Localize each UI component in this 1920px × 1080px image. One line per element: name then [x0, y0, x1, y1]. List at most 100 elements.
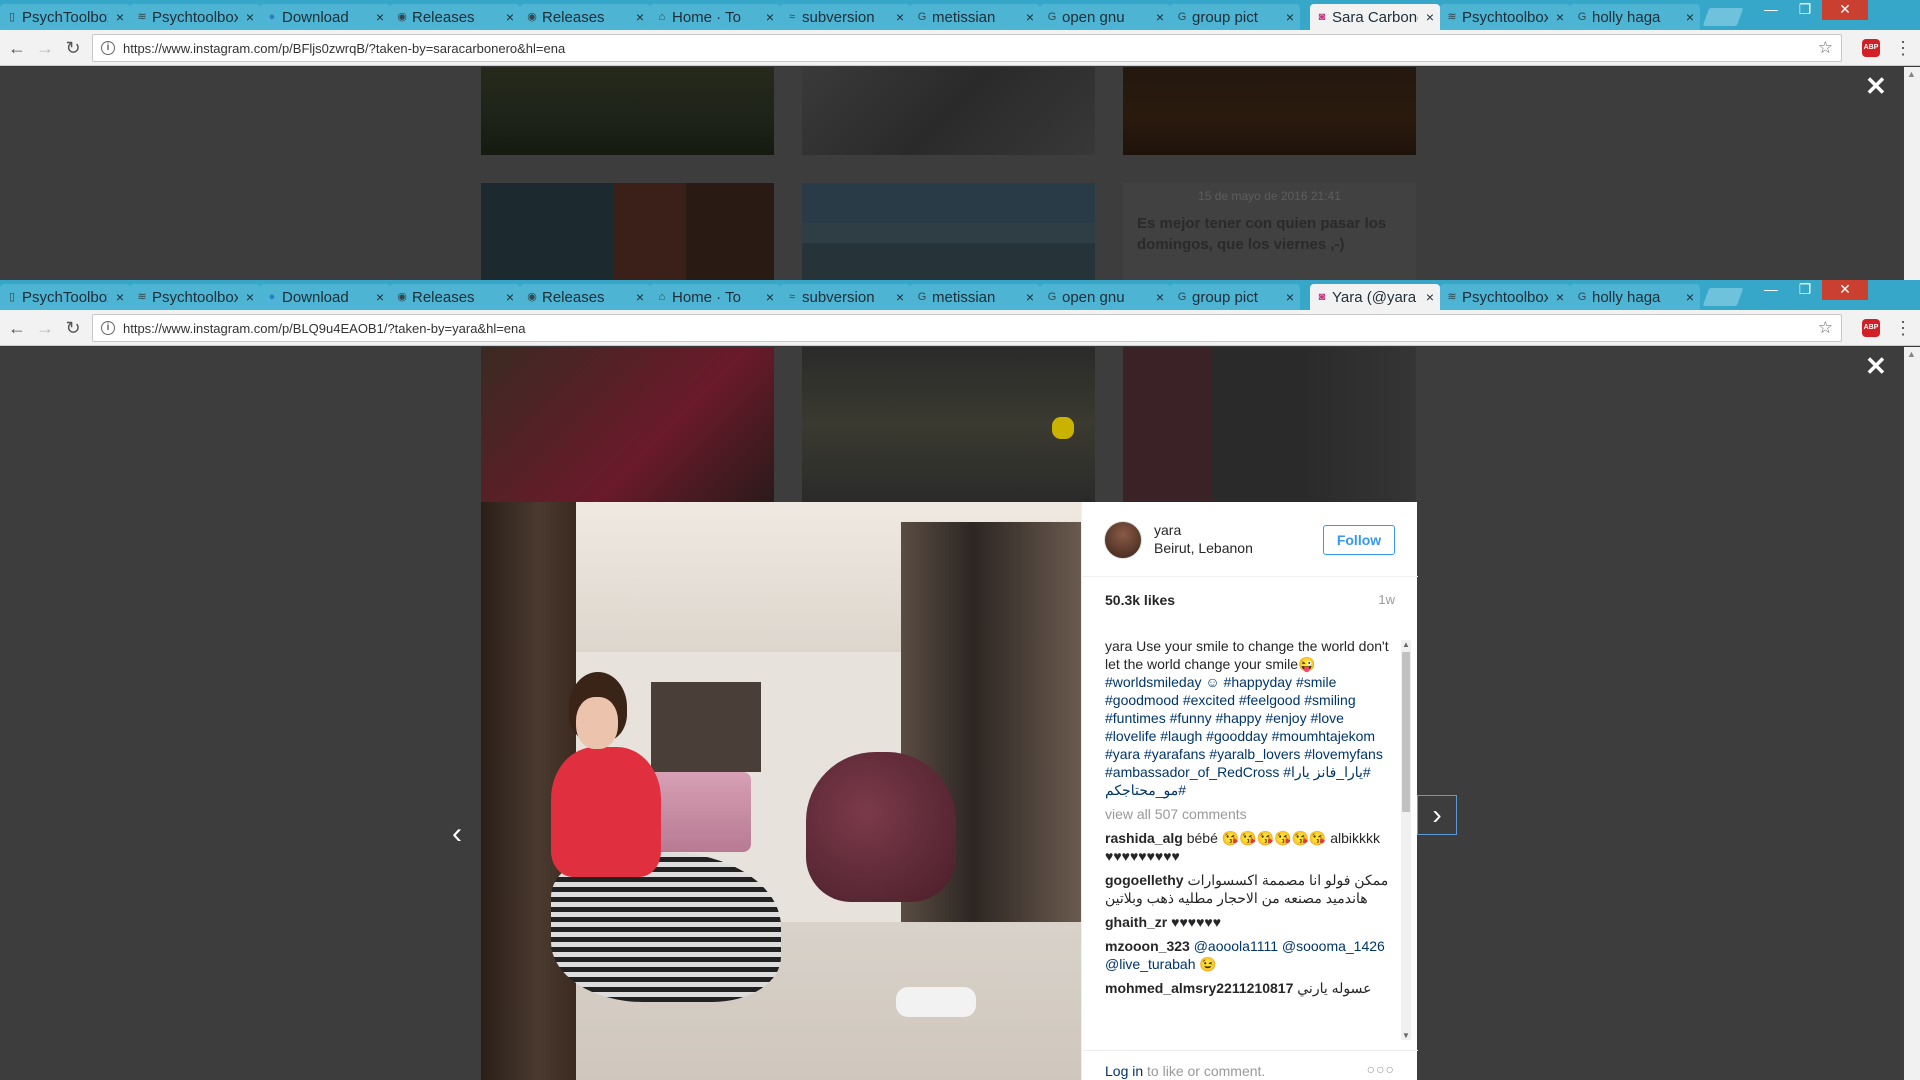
scroll-down-icon[interactable]: ▼ [1402, 1031, 1410, 1040]
grid-thumbnail[interactable] [802, 183, 1095, 280]
tab-close-icon[interactable]: × [1686, 289, 1694, 305]
page-scrollbar[interactable]: ▲ [1904, 67, 1920, 280]
text-post-card[interactable]: 15 de mayo de 2016 21:41 Es mejor tener … [1123, 183, 1416, 280]
tab[interactable]: Gopen gnu × [1040, 284, 1170, 310]
grid-thumbnail[interactable] [802, 347, 1095, 502]
new-tab-button[interactable] [1702, 8, 1744, 26]
tab-close-icon[interactable]: × [636, 9, 644, 25]
tab[interactable]: ◉ Releases × [390, 4, 520, 30]
tab[interactable]: ≈ subversion × [780, 4, 910, 30]
tab[interactable]: ≈ subversion × [780, 284, 910, 310]
tab-close-icon[interactable]: × [636, 289, 644, 305]
grid-thumbnail[interactable] [1123, 67, 1416, 155]
login-link[interactable]: Log in [1105, 1063, 1143, 1079]
tab-close-icon[interactable]: × [246, 289, 254, 305]
tab-close-icon[interactable]: × [246, 9, 254, 25]
minimize-button[interactable]: — [1756, 280, 1786, 300]
scroll-thumb[interactable] [1402, 652, 1410, 812]
tab-close-icon[interactable]: × [1156, 289, 1164, 305]
tab[interactable]: Gopen gnu × [1040, 4, 1170, 30]
adblock-icon[interactable]: ABP [1862, 39, 1880, 57]
info-icon[interactable]: i [101, 321, 115, 335]
url-text[interactable]: https://www.instagram.com/p/BLQ9u4EAOB1/… [123, 321, 526, 336]
scroll-up-icon[interactable]: ▲ [1907, 349, 1916, 359]
tab[interactable]: Ggroup pict × [1170, 284, 1300, 310]
menu-icon[interactable]: ⋮ [1894, 37, 1912, 59]
post-location[interactable]: Beirut, Lebanon [1154, 540, 1253, 556]
tab-close-icon[interactable]: × [1286, 9, 1294, 25]
tab[interactable]: Gholly haga × [1570, 4, 1700, 30]
tab[interactable]: Ggroup pict × [1170, 4, 1300, 30]
tab[interactable]: ● Download × [260, 4, 390, 30]
scroll-up-icon[interactable]: ▲ [1402, 640, 1410, 649]
tab-active[interactable]: ◙Sara Carbonero× [1310, 4, 1440, 30]
page-scrollbar[interactable]: ▲ [1904, 347, 1920, 1080]
tab-close-icon[interactable]: × [376, 289, 384, 305]
tab-close-icon[interactable]: × [1426, 9, 1434, 25]
forward-button[interactable]: → [34, 37, 56, 59]
tab[interactable]: ⌂ Home · To × [650, 4, 780, 30]
grid-thumbnail[interactable] [481, 67, 774, 155]
follow-button[interactable]: Follow [1323, 525, 1395, 555]
tab[interactable]: ≋ Psychtoolbox × [130, 284, 260, 310]
adblock-icon[interactable]: ABP [1862, 319, 1880, 337]
grid-thumbnail[interactable] [802, 67, 1095, 155]
reload-button[interactable]: ↻ [62, 37, 84, 59]
url-text[interactable]: https://www.instagram.com/p/BFljs0zwrqB/… [123, 41, 565, 56]
back-button[interactable]: ← [6, 37, 28, 59]
tab[interactable]: ◉ Releases × [520, 4, 650, 30]
caption-arabic-tag[interactable]: #يارا [1283, 764, 1310, 780]
bookmark-star-icon[interactable]: ☆ [1818, 318, 1833, 338]
minimize-button[interactable]: — [1756, 0, 1786, 20]
tab-close-icon[interactable]: × [506, 9, 514, 25]
tab[interactable]: ▯ PsychToolbox × [0, 284, 130, 310]
tab-close-icon[interactable]: × [1156, 9, 1164, 25]
tab-close-icon[interactable]: × [1026, 9, 1034, 25]
view-all-comments[interactable]: view all 507 comments [1105, 805, 1395, 823]
next-post-icon[interactable]: › [1417, 795, 1457, 835]
bookmark-star-icon[interactable]: ☆ [1818, 38, 1833, 58]
comment-user[interactable]: mohmed_almsry2211210817 [1105, 980, 1293, 996]
grid-thumbnail[interactable] [481, 183, 774, 280]
post-photo[interactable] [481, 502, 1081, 1080]
comment-user[interactable]: yara [1105, 638, 1132, 654]
info-icon[interactable]: i [101, 41, 115, 55]
comments-scrollbar[interactable]: ▲ ▼ [1401, 640, 1411, 1040]
tab[interactable]: ≋ Psychtoolbox × [1440, 284, 1570, 310]
tab[interactable]: Gmetissian × [910, 4, 1040, 30]
comment-user[interactable]: mzooon_323 [1105, 938, 1190, 954]
tab-close-icon[interactable]: × [896, 9, 904, 25]
previous-post-icon[interactable]: ‹ [452, 817, 462, 851]
menu-icon[interactable]: ⋮ [1894, 317, 1912, 339]
avatar[interactable] [1104, 521, 1142, 559]
tab[interactable]: ● Download × [260, 284, 390, 310]
grid-thumbnail[interactable] [1123, 347, 1416, 502]
tab[interactable]: ▯ PsychToolbox × [0, 4, 130, 30]
scroll-up-icon[interactable]: ▲ [1907, 69, 1916, 79]
close-window-button[interactable]: ✕ [1822, 280, 1868, 300]
like-count[interactable]: 50.3k likes [1105, 592, 1175, 608]
tab-close-icon[interactable]: × [766, 289, 774, 305]
tab-close-icon[interactable]: × [1286, 289, 1294, 305]
comments-list[interactable]: yara Use your smile to change the world … [1105, 637, 1395, 1042]
tab[interactable]: ≋ Psychtoolbox × [130, 4, 260, 30]
tab[interactable]: Gholly haga × [1570, 284, 1700, 310]
grid-thumbnail[interactable] [481, 347, 774, 502]
close-modal-icon[interactable]: ✕ [1865, 351, 1887, 382]
maximize-button[interactable]: ❐ [1790, 280, 1820, 300]
forward-button[interactable]: → [34, 317, 56, 339]
tab-close-icon[interactable]: × [1426, 289, 1434, 305]
comment-user[interactable]: rashida_alg [1105, 830, 1183, 846]
close-window-button[interactable]: ✕ [1822, 0, 1868, 20]
tab[interactable]: Gmetissian × [910, 284, 1040, 310]
comment-user[interactable]: ghaith_zr [1105, 914, 1167, 930]
tab-close-icon[interactable]: × [116, 9, 124, 25]
tab-close-icon[interactable]: × [766, 9, 774, 25]
maximize-button[interactable]: ❐ [1790, 0, 1820, 20]
tab[interactable]: ◉ Releases × [390, 284, 520, 310]
close-modal-icon[interactable]: ✕ [1865, 71, 1887, 102]
post-username[interactable]: yara [1154, 522, 1181, 538]
tab-close-icon[interactable]: × [1556, 9, 1564, 25]
comment-user[interactable]: gogoellethy [1105, 872, 1184, 888]
more-options-icon[interactable]: ○○○ [1367, 1061, 1395, 1077]
